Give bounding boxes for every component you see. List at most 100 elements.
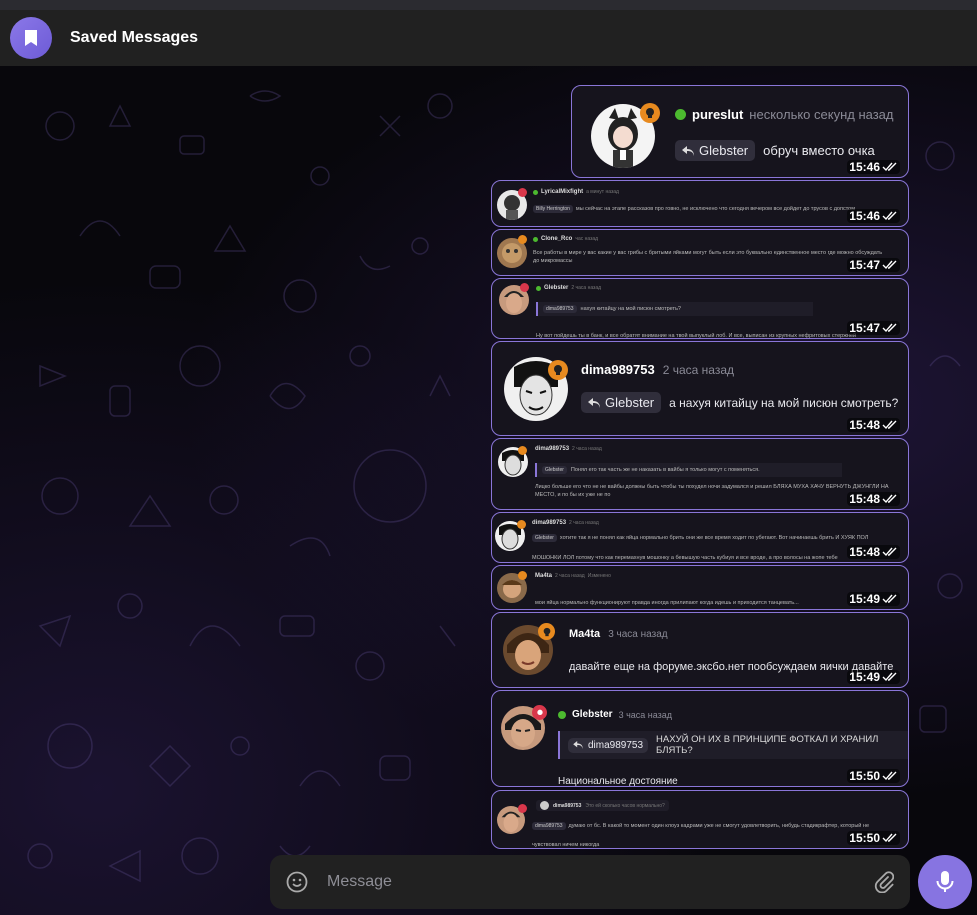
message-time: 15:49 [847, 592, 900, 606]
sender-name[interactable]: Clone_Rco [541, 236, 572, 242]
message-body: Glebster а нахуя китайцу на мой писюн см… [581, 392, 898, 413]
badge-icon [518, 188, 527, 197]
badge-icon [518, 571, 527, 580]
message-bubble[interactable]: Glebster 3 часа назад dima989753 НАХУЙ О… [491, 690, 909, 787]
message-composer [270, 855, 910, 909]
sent-ago: 2 часа назад [662, 362, 735, 377]
message-input[interactable] [325, 872, 849, 892]
message-time: 15:47 [847, 321, 900, 335]
reply-arrow-icon [573, 741, 583, 749]
sender-name[interactable]: dima989753 [535, 446, 569, 452]
message-text: обруч вместо очка [763, 143, 875, 158]
sender-name[interactable]: pureslut [692, 107, 743, 122]
message-bubble[interactable]: LyricalMixfight a минут назад Billy Herr… [491, 180, 909, 227]
quoted-message[interactable]: dima989753 НАХУЙ ОН ИХ В ПРИНЦИПЕ ФОТКАЛ… [558, 731, 908, 759]
message-time: 15:46 [847, 160, 900, 174]
reply-arrow-icon [682, 145, 694, 156]
reply-chip[interactable]: dima989753 [532, 822, 566, 830]
forward-author[interactable]: dima989753 [553, 803, 581, 809]
sent-ago: час назад [575, 236, 599, 242]
smiley-icon [286, 871, 308, 893]
reply-chip[interactable]: Glebster [675, 140, 756, 161]
message-text: давайте еще на форуме.эксбо.нет пообсужд… [569, 661, 894, 673]
read-ticks-icon [882, 211, 897, 221]
sent-ago: 2 часа назад [555, 573, 585, 579]
message-bubble[interactable]: Glebster 2 часа назад dima989753 нахуя к… [491, 278, 909, 339]
sent-ago: 2 часа назад [572, 446, 602, 452]
reply-chip[interactable]: Billy Herrington [533, 205, 573, 213]
message-body: Glebster хотите так я не понял как яйца … [532, 534, 868, 542]
paperclip-icon [874, 871, 894, 893]
sender-name[interactable]: Glebster [544, 285, 568, 291]
message-body: давайте еще на форуме.эксбо.нет пообсужд… [569, 657, 893, 675]
message-text-line2: МЕСТО, и по бы их уже не по [535, 492, 611, 498]
message-time: 15:46 [847, 209, 900, 223]
message-bubble[interactable]: Ma4ta 2 часа назад Изменено мои яйца нор… [491, 565, 909, 610]
sender-name[interactable]: Glebster [572, 709, 613, 720]
message-body: dima989753 думаю от бс. В какой то момен… [532, 822, 869, 830]
chat-title[interactable]: Saved Messages [70, 29, 198, 47]
message-bubble[interactable]: pureslut несколько секунд назад Glebster… [571, 85, 909, 178]
message-time: 15:49 [847, 670, 900, 684]
message-bubble[interactable]: dima989753 2 часа назад Glebster хотите … [491, 512, 909, 563]
quote-author-chip[interactable]: dima989753 [568, 737, 649, 753]
read-ticks-icon [882, 420, 897, 430]
sent-ago: 3 часа назад [608, 628, 668, 640]
sender-name[interactable]: dima989753 [532, 520, 566, 526]
sender-name[interactable]: dima989753 [581, 362, 655, 377]
online-status-dot [536, 285, 541, 291]
message-time: 15:48 [847, 418, 900, 432]
read-ticks-icon [882, 494, 897, 504]
saved-messages-avatar[interactable] [10, 17, 52, 59]
badge-icon [518, 804, 527, 813]
message-header: Clone_Rco час назад [533, 236, 598, 242]
sender-name[interactable]: Ma4ta [535, 573, 552, 579]
message-bubble[interactable]: Clone_Rco час назад Все работы в мире у … [491, 229, 909, 276]
reply-target: Glebster [699, 143, 749, 158]
quoted-message[interactable]: dima989753 нахуя китайцу на мой писюн см… [536, 302, 813, 316]
emoji-button[interactable] [286, 871, 308, 893]
reply-arrow-icon [588, 397, 600, 408]
quote-author-chip[interactable]: dima989753 [543, 305, 577, 313]
read-ticks-icon [882, 594, 897, 604]
attach-button[interactable] [874, 871, 894, 893]
read-ticks-icon [882, 162, 897, 172]
message-bubble[interactable]: Ma4ta 3 часа назад давайте еще на форуме… [491, 612, 909, 688]
badge-icon [517, 520, 526, 529]
badge-icon [520, 283, 529, 292]
voice-record-button[interactable] [918, 855, 972, 909]
message-time: 15:50 [847, 831, 900, 845]
read-ticks-icon [882, 771, 897, 781]
message-bubble[interactable]: dima989753 2 часа назад Glebster а нахуя… [491, 341, 909, 436]
sender-name[interactable]: Ma4ta [569, 628, 600, 640]
message-time: 15:47 [847, 258, 900, 272]
message-text-line2: МОШОНКИ ЛОЛ потому что как перемахнув мо… [532, 555, 838, 561]
sent-ago: 2 часа назад [569, 520, 599, 526]
sent-ago: несколько секунд назад [749, 107, 894, 122]
message-text: хотите так я не понял как яйца нормально… [559, 535, 869, 541]
message-header: dima989753 2 часа назад [581, 362, 734, 377]
message-bubble[interactable]: dima989753 2 часа назад Glebster Понял е… [491, 438, 909, 510]
message-text: мои яйца нормально функционируют правда … [535, 600, 799, 606]
badge-icon [532, 705, 547, 720]
message-header: Ma4ta 2 часа назад Изменено [535, 573, 611, 579]
sender-name[interactable]: LyricalMixfight [541, 189, 583, 195]
quoted-message[interactable]: Glebster Понял его так часть же не наказ… [535, 463, 842, 477]
message-bubble[interactable]: dima989753 Это ей сколько часов нормальн… [491, 790, 909, 849]
quote-text: НАХУЙ ОН ИХ В ПРИНЦИПЕ ФОТКАЛ И ХРАНИЛ Б… [656, 734, 879, 756]
message-header: dima989753 2 часа назад [535, 446, 602, 452]
message-text-line2: до микромассы [533, 258, 573, 264]
online-status-dot [558, 710, 566, 719]
skull-badge-icon [538, 623, 555, 640]
sent-ago: 3 часа назад [618, 709, 673, 720]
message-header: LyricalMixfight a минут назад [533, 189, 619, 195]
message-text: Национальное достояние [558, 776, 678, 787]
read-ticks-icon [882, 547, 897, 557]
sent-ago: 2 часа назад [571, 285, 602, 291]
read-ticks-icon [882, 672, 897, 682]
reply-chip[interactable]: Glebster [581, 392, 662, 413]
message-text: мы сейчас на этапе рассказов про говно, … [575, 206, 856, 212]
message-time: 15:48 [847, 545, 900, 559]
quote-author-chip[interactable]: Glebster [542, 466, 567, 474]
reply-chip[interactable]: Glebster [532, 534, 557, 542]
